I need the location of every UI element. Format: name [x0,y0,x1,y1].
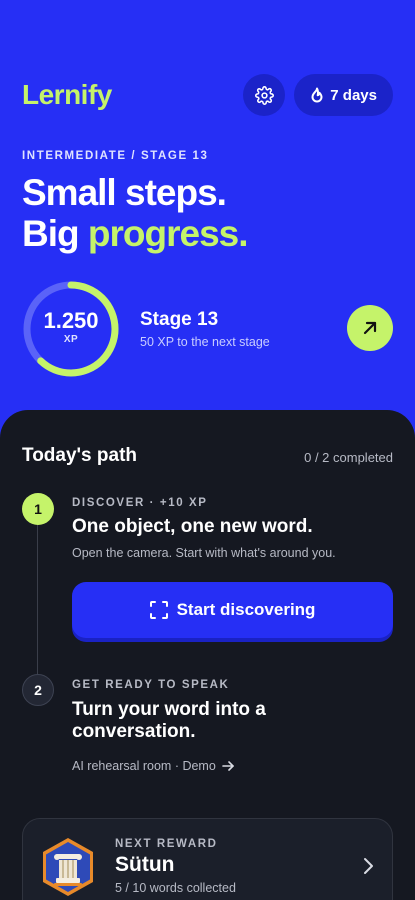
step-connector [37,524,38,676]
stage-details-button[interactable] [347,305,393,351]
level-kicker: INTERMEDIATE / STAGE 13 [22,150,209,162]
flame-icon [311,87,323,103]
column-badge-icon [41,837,95,900]
headline-accent: progress. [87,213,249,254]
reward-kicker: NEXT REWARD [115,838,218,850]
stage-title: Stage 13 [140,309,219,330]
step-2-title: Turn your word into a conversation. [72,699,266,742]
path-count: 0 / 2 completed [304,450,393,465]
headline-line-1: Small steps. [22,172,227,213]
xp-ring: 1.250 XP [22,280,120,378]
rehearsal-room-label: AI rehearsal room · Demo [72,759,216,773]
gear-icon [254,85,274,105]
path-title: Today's path [22,445,138,466]
start-discovering-label: Start discovering [176,600,316,619]
headline-word: Big [22,213,80,254]
reward-title: Sütun [115,853,175,876]
step-1-description: Open the camera. Start with what's aroun… [72,546,336,560]
rehearsal-room-link[interactable]: AI rehearsal room · Demo [72,759,234,773]
xp-value: 1.250 [43,308,99,333]
step-2-kicker: GET READY TO SPEAK [72,679,230,691]
headline: Small steps. Big progress. [22,172,249,254]
step-1-title: One object, one new word. [72,516,313,537]
settings-button[interactable] [243,74,286,116]
stage-info: Stage 13 50 XP to the next stage [140,309,270,349]
reward-progress: 5 / 10 words collected [115,881,236,895]
next-reward-card[interactable]: NEXT REWARD Sütun 5 / 10 words collected [22,818,393,900]
step-1-number: 1 [22,493,54,525]
arrow-up-right-icon [363,321,377,335]
streak-label: 7 days [330,86,377,104]
chevron-right-icon [364,858,373,874]
scan-frame-icon [149,601,168,619]
stage-subtitle: 50 XP to the next stage [140,335,270,349]
app-logo: Lernify [22,79,112,110]
start-discovering-button[interactable]: Start discovering [72,582,393,638]
streak-button[interactable]: 7 days [294,74,393,116]
arrow-right-icon [222,761,234,771]
step-1-kicker: DISCOVER · +10 XP [72,497,208,509]
step-2-number: 2 [22,674,54,706]
headline-line-2: Big progress. [22,213,249,254]
xp-unit: XP [63,334,79,345]
top-bar: Lernify 7 days [22,74,393,116]
